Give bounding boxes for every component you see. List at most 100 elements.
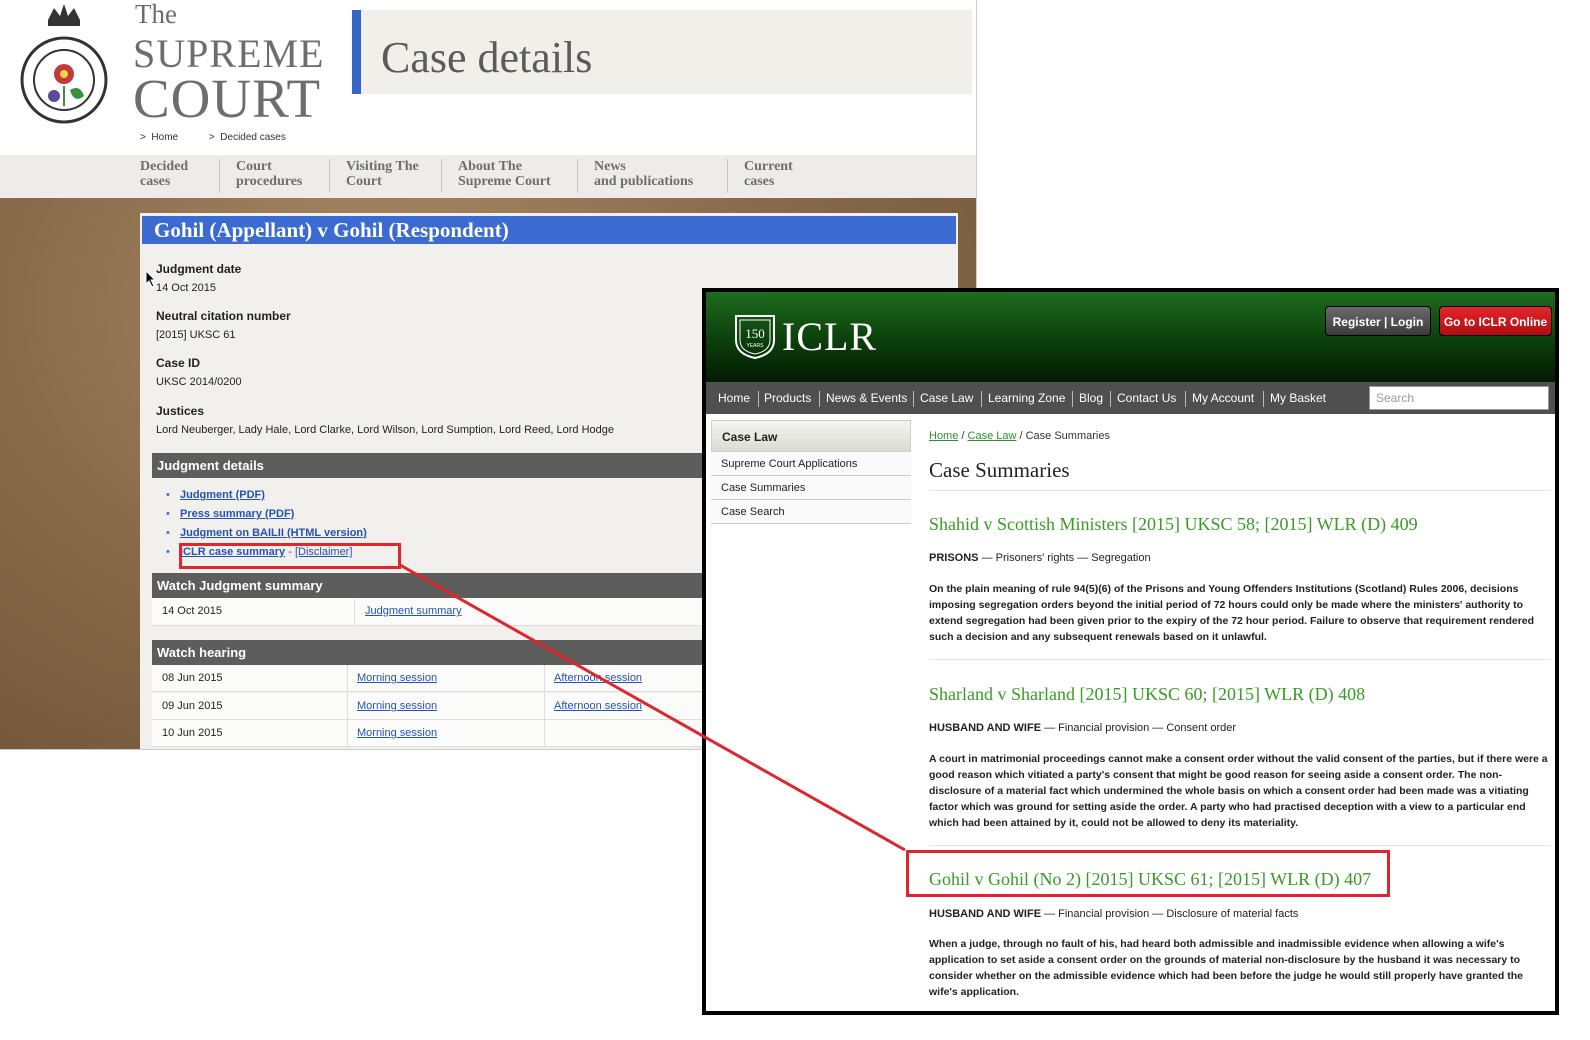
nav-divider xyxy=(577,159,578,193)
nav-news[interactable]: News and publications xyxy=(594,159,693,193)
sidebar-item-supreme-court-applications[interactable]: Supreme Court Applications xyxy=(711,452,911,476)
nav-label: News xyxy=(594,159,626,174)
nav-label: Supreme Court xyxy=(458,174,551,189)
logo-the: The xyxy=(135,0,177,29)
justices-label: Justices xyxy=(156,404,205,418)
cell-divider xyxy=(347,720,348,747)
case-title-link[interactable]: Sharland v Sharland [2015] UKSC 60; [201… xyxy=(929,684,1365,705)
page-title-bar: Case details xyxy=(352,10,972,94)
breadcrumb-current: / Case Summaries xyxy=(1016,430,1110,442)
justices-value: Lord Neuberger, Lady Hale, Lord Clarke, … xyxy=(156,424,614,436)
nav-contact-us[interactable]: Contact Us xyxy=(1117,391,1176,405)
category-name: HUSBAND AND WIFE xyxy=(929,722,1042,734)
nav-divider xyxy=(1263,391,1264,407)
sidebar-heading[interactable]: Case Law xyxy=(711,420,911,452)
neutral-citation-value: [2015] UKSC 61 xyxy=(156,329,236,341)
nav-label: cases xyxy=(140,174,171,189)
breadcrumb-home[interactable]: Home xyxy=(929,430,958,442)
case-summary: A court in matrimonial proceedings canno… xyxy=(929,753,1548,829)
category-subject: — Financial provision — Consent order xyxy=(1041,722,1237,734)
hearing-date: 09 Jun 2015 xyxy=(162,700,223,712)
nav-divider xyxy=(219,159,220,193)
highlight-box xyxy=(179,543,401,569)
sidebar-item-case-summaries[interactable]: Case Summaries xyxy=(711,476,911,500)
nav-divider xyxy=(1110,391,1111,407)
logo-court: COURT xyxy=(133,68,322,129)
morning-session-link[interactable]: Morning session xyxy=(357,727,437,739)
shield-years: YEARS xyxy=(747,343,765,349)
nav-about[interactable]: About The Supreme Court xyxy=(458,159,551,193)
breadcrumb-separator: / xyxy=(958,430,968,442)
nav-label: About The xyxy=(458,159,522,174)
nav-label: Visiting The xyxy=(346,159,419,174)
cell-divider xyxy=(544,693,545,720)
hearing-date: 10 Jun 2015 xyxy=(162,727,223,739)
summary-date: 14 Oct 2015 xyxy=(162,605,222,617)
nav-learning-zone[interactable]: Learning Zone xyxy=(988,391,1065,405)
divider xyxy=(929,490,1551,491)
nav-label: Court xyxy=(236,159,272,174)
case-summary: When a judge, through no fault of his, h… xyxy=(929,938,1523,998)
nav-home[interactable]: Home xyxy=(718,391,750,405)
breadcrumb-current[interactable]: > Decided cases xyxy=(209,132,300,143)
go-to-iclr-online-button[interactable]: Go to ICLR Online xyxy=(1439,306,1552,336)
breadcrumb-home[interactable]: > Home xyxy=(140,132,192,143)
case-category: HUSBAND AND WIFE — Financial provision —… xyxy=(929,722,1236,734)
mouse-cursor-icon xyxy=(145,270,157,288)
nav-case-law[interactable]: Case Law xyxy=(920,391,973,405)
nav-products[interactable]: Products xyxy=(764,391,811,405)
case-title: Gohil (Appellant) v Gohil (Respondent) xyxy=(142,216,956,244)
nav-news-events[interactable]: News & Events xyxy=(826,391,907,405)
judgment-pdf-link[interactable]: Judgment (PDF) xyxy=(180,489,265,501)
nav-court-procedures[interactable]: Court procedures xyxy=(236,159,302,193)
judgment-summary-video-link[interactable]: Judgment summary xyxy=(365,605,462,617)
nav-my-account[interactable]: My Account xyxy=(1192,391,1254,405)
nav-divider xyxy=(981,391,982,407)
nav-current-cases[interactable]: Current cases xyxy=(744,159,793,193)
category-name: PRISONS xyxy=(929,552,979,564)
judgment-date-label: Judgment date xyxy=(156,262,242,276)
case-category: HUSBAND AND WIFE — Financial provision —… xyxy=(929,908,1298,920)
sidebar-item-case-search[interactable]: Case Search xyxy=(711,500,911,524)
cell-divider xyxy=(544,665,545,692)
nav-visiting[interactable]: Visiting The Court xyxy=(346,159,419,193)
cell-divider xyxy=(544,720,545,747)
nav-label: Decided xyxy=(140,159,189,174)
morning-session-link[interactable]: Morning session xyxy=(357,672,437,684)
supreme-court-crest-icon xyxy=(20,4,108,124)
nav-label: procedures xyxy=(236,174,303,189)
breadcrumb-case-law[interactable]: Case Law xyxy=(968,430,1017,442)
nav-label: and publications xyxy=(594,174,694,189)
nav-divider xyxy=(1072,391,1073,407)
iclr-nav: Home Products News & Events Case Law Lea… xyxy=(706,382,1555,414)
afternoon-session-link[interactable]: Afternoon session xyxy=(554,700,642,712)
breadcrumb-current-label: Decided cases xyxy=(220,132,286,143)
nav-label: cases xyxy=(744,174,775,189)
nav-divider xyxy=(441,159,442,193)
case-title-link[interactable]: Shahid v Scottish Ministers [2015] UKSC … xyxy=(929,514,1418,535)
page-title: Case details xyxy=(381,33,593,82)
shield-number: 150 xyxy=(745,326,765,341)
afternoon-session-link[interactable]: Afternoon session xyxy=(554,672,642,684)
iclr-logo[interactable]: ICLR xyxy=(782,313,877,360)
nav-my-basket[interactable]: My Basket xyxy=(1270,391,1326,405)
cell-divider xyxy=(354,598,355,625)
list-item: Judgment (PDF) xyxy=(166,489,367,508)
search-input[interactable]: Search xyxy=(1369,386,1549,410)
highlight-box xyxy=(906,850,1390,897)
main-nav: Decided cases Court procedures Visiting Th… xyxy=(0,155,976,198)
morning-session-link[interactable]: Morning session xyxy=(357,700,437,712)
press-summary-link[interactable]: Press summary (PDF) xyxy=(180,508,294,520)
nav-label: Court xyxy=(346,174,382,189)
case-id-value: UKSC 2014/0200 xyxy=(156,376,242,388)
case-category: PRISONS — Prisoners' rights — Segregatio… xyxy=(929,552,1151,564)
bailii-link[interactable]: Judgment on BAILII (HTML version) xyxy=(180,527,367,539)
nav-decided-cases[interactable]: Decided cases xyxy=(140,159,188,193)
register-login-button[interactable]: Register | Login xyxy=(1325,306,1431,336)
nav-divider xyxy=(758,391,759,407)
case-summary: On the plain meaning of rule 94(5)(6) of… xyxy=(929,583,1535,643)
page-title: Case Summaries xyxy=(929,458,1070,482)
divider xyxy=(929,659,1551,660)
nav-blog[interactable]: Blog xyxy=(1079,391,1103,405)
category-subject: — Financial provision — Disclosure of ma… xyxy=(1041,908,1299,920)
